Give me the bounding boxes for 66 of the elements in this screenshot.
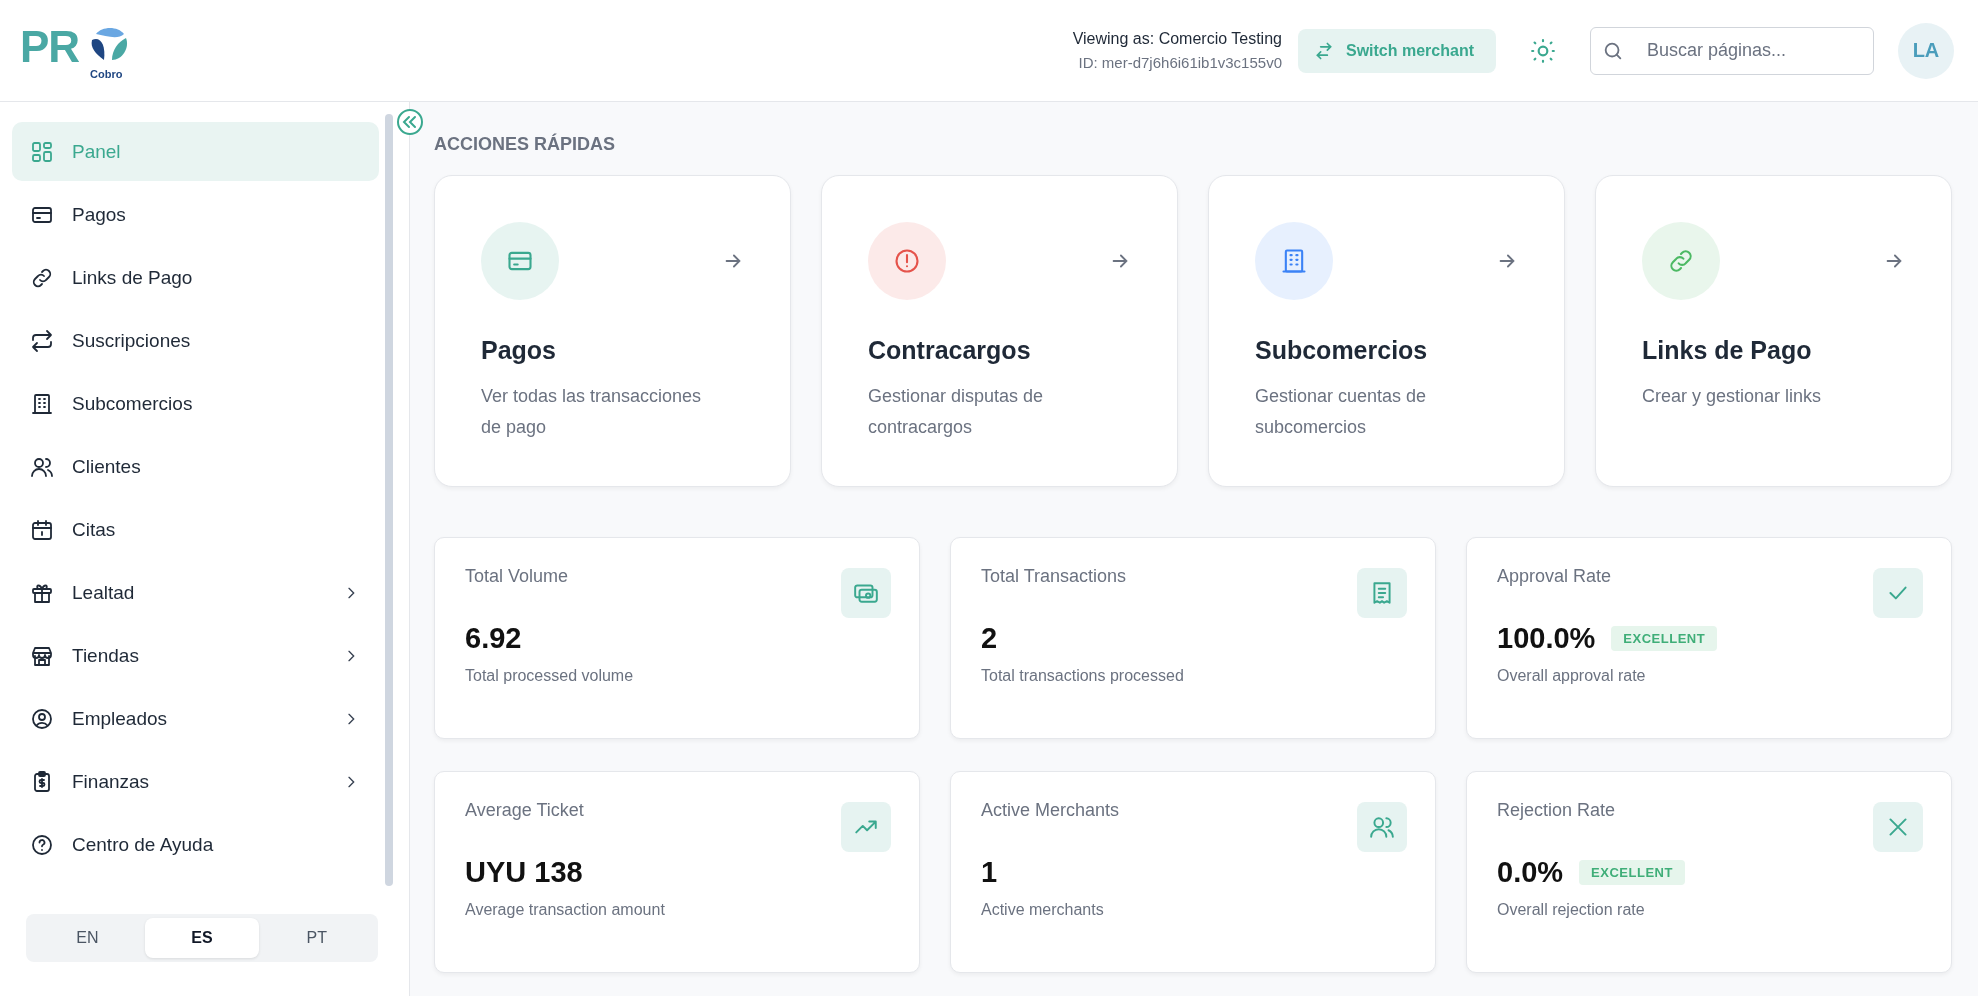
help-icon [30, 832, 54, 857]
card-title: Links de Pago [1642, 336, 1813, 365]
user-circle-icon [30, 706, 54, 731]
stat-value: 0.0% [1497, 856, 1564, 889]
card-description: Gestionar cuentas de subcomercios [1255, 385, 1428, 439]
card-title: Contracargos [868, 336, 1032, 365]
stat-value: 2 [981, 622, 998, 655]
sidebar-item[interactable]: Lealtad [12, 563, 379, 622]
scrollbar[interactable] [385, 114, 393, 886]
quick-action-card[interactable]: Subcomercios Gestionar cuentas de subcomercios [1208, 175, 1565, 487]
search-field[interactable]: Buscar páginas... [1590, 26, 1874, 75]
swap-icon [1313, 40, 1334, 61]
stat-label: Rejection Rate [1497, 800, 1616, 821]
card-title: Subcomercios [1255, 336, 1429, 365]
section-title: ACCIONES RÁPIDAS [434, 134, 617, 155]
viewing-as-label: Viewing as: Comercio Testing [1072, 30, 1282, 48]
sun-icon[interactable] [1530, 37, 1556, 64]
status-badge: EXCELLENT [1611, 626, 1718, 651]
language-tab[interactable]: ES [144, 918, 260, 958]
sidebar-item[interactable]: Citas [12, 500, 379, 559]
sidebar-item[interactable]: Subcomercios [12, 374, 379, 433]
stat-caption: Average transaction amount [465, 901, 666, 919]
card-description: Gestionar disputas de contracargos [868, 385, 1045, 439]
stat-value: 1 [981, 856, 998, 889]
building-icon [1280, 247, 1308, 275]
sidebar-item[interactable]: Finanzas [12, 752, 379, 811]
grid-icon [30, 139, 54, 164]
collapse-icon[interactable] [396, 108, 424, 136]
sidebar-item[interactable]: Tiendas [12, 626, 379, 685]
stat-value: 100.0% [1497, 622, 1596, 655]
status-badge: EXCELLENT [1579, 860, 1685, 885]
language-tab[interactable]: EN [30, 918, 145, 958]
sidebar-item[interactable]: Centro de Ayuda [12, 815, 379, 874]
building-icon [30, 391, 54, 416]
sidebar-item[interactable]: Clientes [12, 437, 379, 496]
language-tab[interactable]: PT [259, 918, 374, 958]
stat-label: Average Ticket [465, 800, 584, 821]
stat-caption: Total processed volume [465, 667, 635, 685]
stat-caption: Overall rejection rate [1497, 901, 1646, 919]
stat-value: 6.92 [465, 622, 522, 655]
calendar-icon [30, 517, 54, 542]
stat-label: Active Merchants [981, 800, 1120, 821]
stat-label: Total Transactions [981, 566, 1127, 587]
merchant-id: ID: mer-d7j6h6i61ib1v3c155v0 [1078, 54, 1282, 71]
alert-icon [893, 247, 921, 275]
stat-caption: Overall approval rate [1497, 667, 1647, 685]
logo-text: PR [20, 21, 80, 72]
stat-label: Total Volume [465, 566, 569, 587]
users-icon [1369, 814, 1395, 840]
card-description: Crear y gestionar links [1642, 385, 1823, 408]
stat-caption: Active merchants [981, 901, 1105, 919]
quick-action-card[interactable]: Contracargos Gestionar disputas de contracargos [821, 175, 1178, 487]
sidebar-item[interactable]: Links de Pago [12, 248, 379, 307]
quick-action-card[interactable]: Links de Pago Crear y gestionar links [1595, 175, 1952, 487]
stat-label: Approval Rate [1497, 566, 1612, 587]
repeat-icon [30, 328, 54, 353]
card-description: Ver todas las transacciones de pago [481, 385, 703, 439]
card-title: Pagos [481, 336, 558, 365]
sidebar-item[interactable]: Empleados [12, 689, 379, 748]
sidebar-item[interactable]: Pagos [12, 185, 379, 244]
link-icon [1667, 247, 1695, 275]
sidebar-item[interactable]: Suscripciones [12, 311, 379, 370]
stat-caption: Total transactions processed [981, 667, 1185, 685]
logo-subtitle: Cobro [90, 67, 123, 80]
quick-action-card[interactable]: Pagos Ver todas las transacciones de pago [434, 175, 791, 487]
stat-value: UYU 138 [465, 856, 583, 889]
